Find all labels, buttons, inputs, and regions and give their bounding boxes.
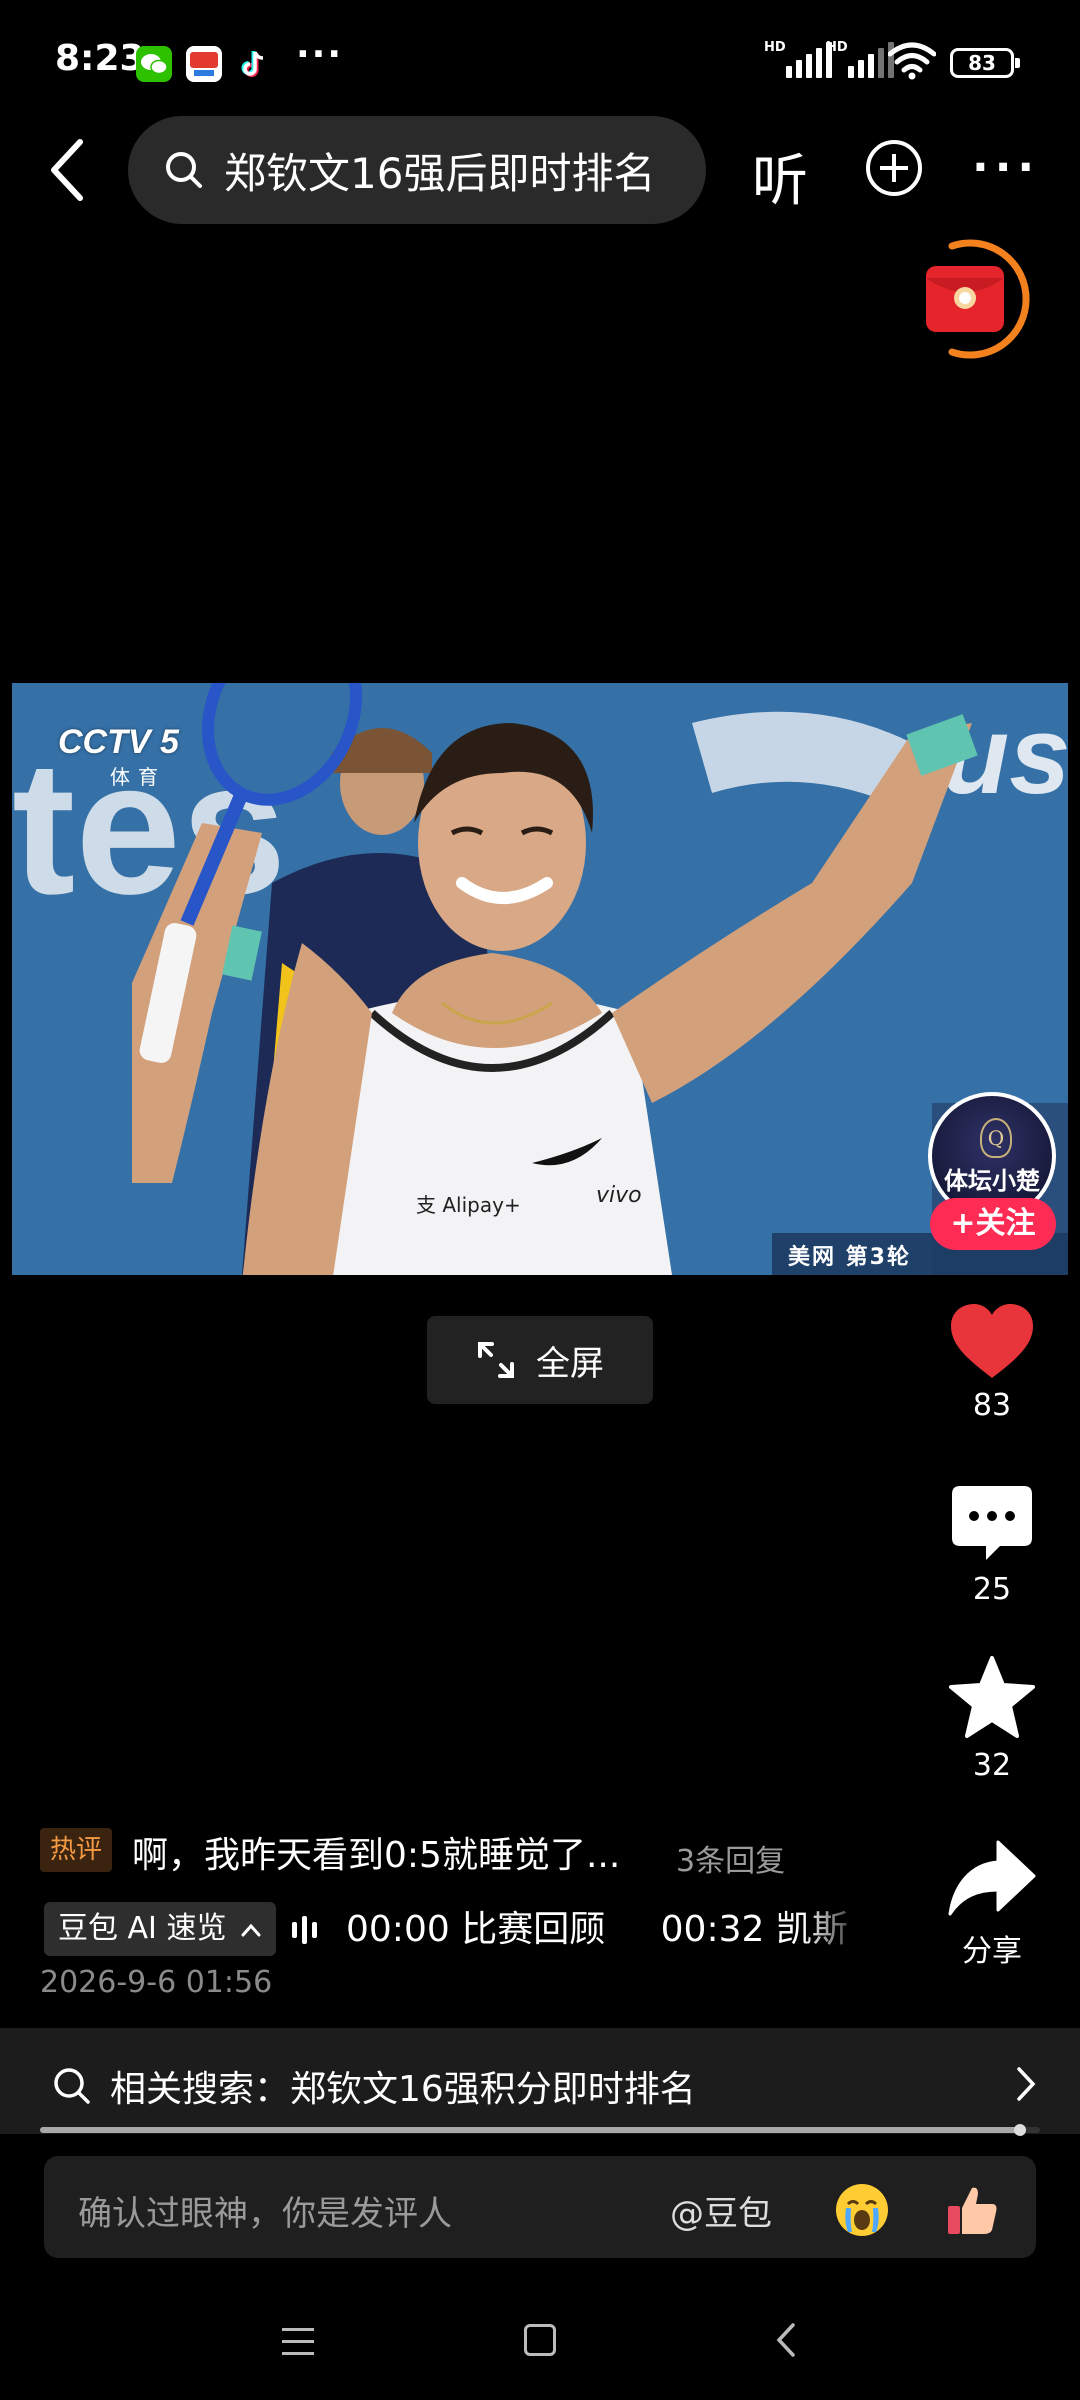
- search-icon: [166, 152, 202, 188]
- shirt-sponsor: 支 Alipay+: [416, 1193, 521, 1217]
- share-label: 分享: [962, 1934, 1022, 1969]
- mention-button[interactable]: @豆包: [670, 2186, 772, 2235]
- related-search-label: 相关搜索：郑钦文16强积分即时排名: [110, 2069, 696, 2110]
- share-button[interactable]: 分享: [942, 1838, 1042, 1970]
- comment-count: 25: [972, 1572, 1012, 1607]
- system-nav-bar: [0, 2290, 1080, 2400]
- hot-comment-text[interactable]: 啊，我昨天看到0:5就睡觉了...: [132, 1826, 620, 1878]
- chapter-list[interactable]: 00:00 比赛回顾 00:32 凯斯: [346, 1900, 866, 1952]
- hot-comment-replies[interactable]: 3条回复: [676, 1836, 785, 1880]
- chevron-right-icon: [1017, 2067, 1036, 2101]
- post-date: 2026-9-6 01:56: [40, 1965, 273, 2000]
- chevron-up-icon: [241, 1923, 261, 1936]
- star-icon: [949, 1656, 1035, 1738]
- menu-icon[interactable]: [282, 2328, 314, 2364]
- channel-sub: 体育: [110, 765, 166, 789]
- heart-icon: [951, 1304, 1033, 1378]
- red-packet-icon[interactable]: [912, 226, 1038, 372]
- video-progress-bar[interactable]: [40, 2124, 1040, 2136]
- progress-fill: [40, 2127, 1020, 2133]
- comment-input[interactable]: 确认过眼神，你是发评人 @豆包: [44, 2156, 1036, 2258]
- like-count: 83: [972, 1388, 1012, 1423]
- audio-wave-icon: [292, 1915, 317, 1945]
- follow-button[interactable]: +关注: [930, 1198, 1056, 1250]
- thumbs-up-emoji-icon[interactable]: [944, 2182, 1000, 2238]
- status-bar: 8:23 ··· HD HD 83: [0, 0, 1080, 120]
- share-arrow-icon: [948, 1840, 1036, 1916]
- expand-icon: [478, 1342, 514, 1378]
- wechat-icon: [136, 46, 172, 82]
- search-query: 郑钦文16强后即时排名: [224, 148, 656, 198]
- listen-button[interactable]: 听: [752, 136, 808, 217]
- favorite-count: 32: [972, 1748, 1012, 1783]
- app-notification-icon: [186, 46, 222, 82]
- avatar-badge: Q: [980, 1118, 1012, 1158]
- back-icon[interactable]: [774, 2320, 798, 2360]
- fullscreen-button[interactable]: 全屏: [427, 1316, 653, 1404]
- comment-icon: [952, 1486, 1032, 1560]
- add-button[interactable]: [866, 140, 922, 196]
- comment-placeholder: 确认过眼神，你是发评人: [78, 2194, 452, 2234]
- hd-label: HD: [764, 40, 786, 55]
- back-chevron-icon[interactable]: [38, 130, 98, 210]
- chapter-item[interactable]: 00:32 凯斯: [661, 1909, 848, 1950]
- like-button[interactable]: 83: [942, 1302, 1042, 1423]
- ai-summary-chip[interactable]: 豆包 AI 速览: [44, 1902, 276, 1956]
- clock: 8:23: [55, 38, 145, 79]
- video-caption: 美网 第3轮: [788, 1245, 911, 1270]
- hd-label: HD: [826, 40, 848, 55]
- channel-logo: CCTV 5: [58, 723, 179, 761]
- chapter-item[interactable]: 00:00 比赛回顾: [346, 1909, 605, 1950]
- ai-summary-label: 豆包 AI 速览: [58, 1911, 227, 1946]
- hot-comment-tag: 热评: [40, 1828, 113, 1872]
- video-player[interactable]: tes us CCTV 5 体育 支 Alipay+ vivo 美网 第3轮: [12, 683, 1068, 1275]
- more-options-button[interactable]: ···: [972, 146, 1040, 190]
- video-frame: tes us: [12, 683, 1068, 1275]
- crying-emoji-icon[interactable]: [834, 2182, 890, 2238]
- related-search-bar[interactable]: 相关搜索：郑钦文16强积分即时排名: [0, 2028, 1080, 2134]
- author-name: 体坛小楚: [944, 1167, 1040, 1195]
- shirt-sponsor: vivo: [596, 1183, 642, 1208]
- tiktok-icon: [236, 46, 272, 82]
- comment-button[interactable]: 25: [942, 1484, 1042, 1607]
- fullscreen-label: 全屏: [536, 1343, 604, 1384]
- search-box[interactable]: 郑钦文16强后即时排名: [128, 116, 706, 224]
- search-icon: [54, 2068, 90, 2104]
- home-icon[interactable]: [524, 2324, 556, 2356]
- more-notifications-indicator: ···: [296, 34, 344, 75]
- progress-handle[interactable]: [1014, 2124, 1026, 2136]
- battery-indicator: 83: [950, 48, 1020, 78]
- wifi-icon: [888, 42, 936, 80]
- favorite-button[interactable]: 32: [942, 1656, 1042, 1783]
